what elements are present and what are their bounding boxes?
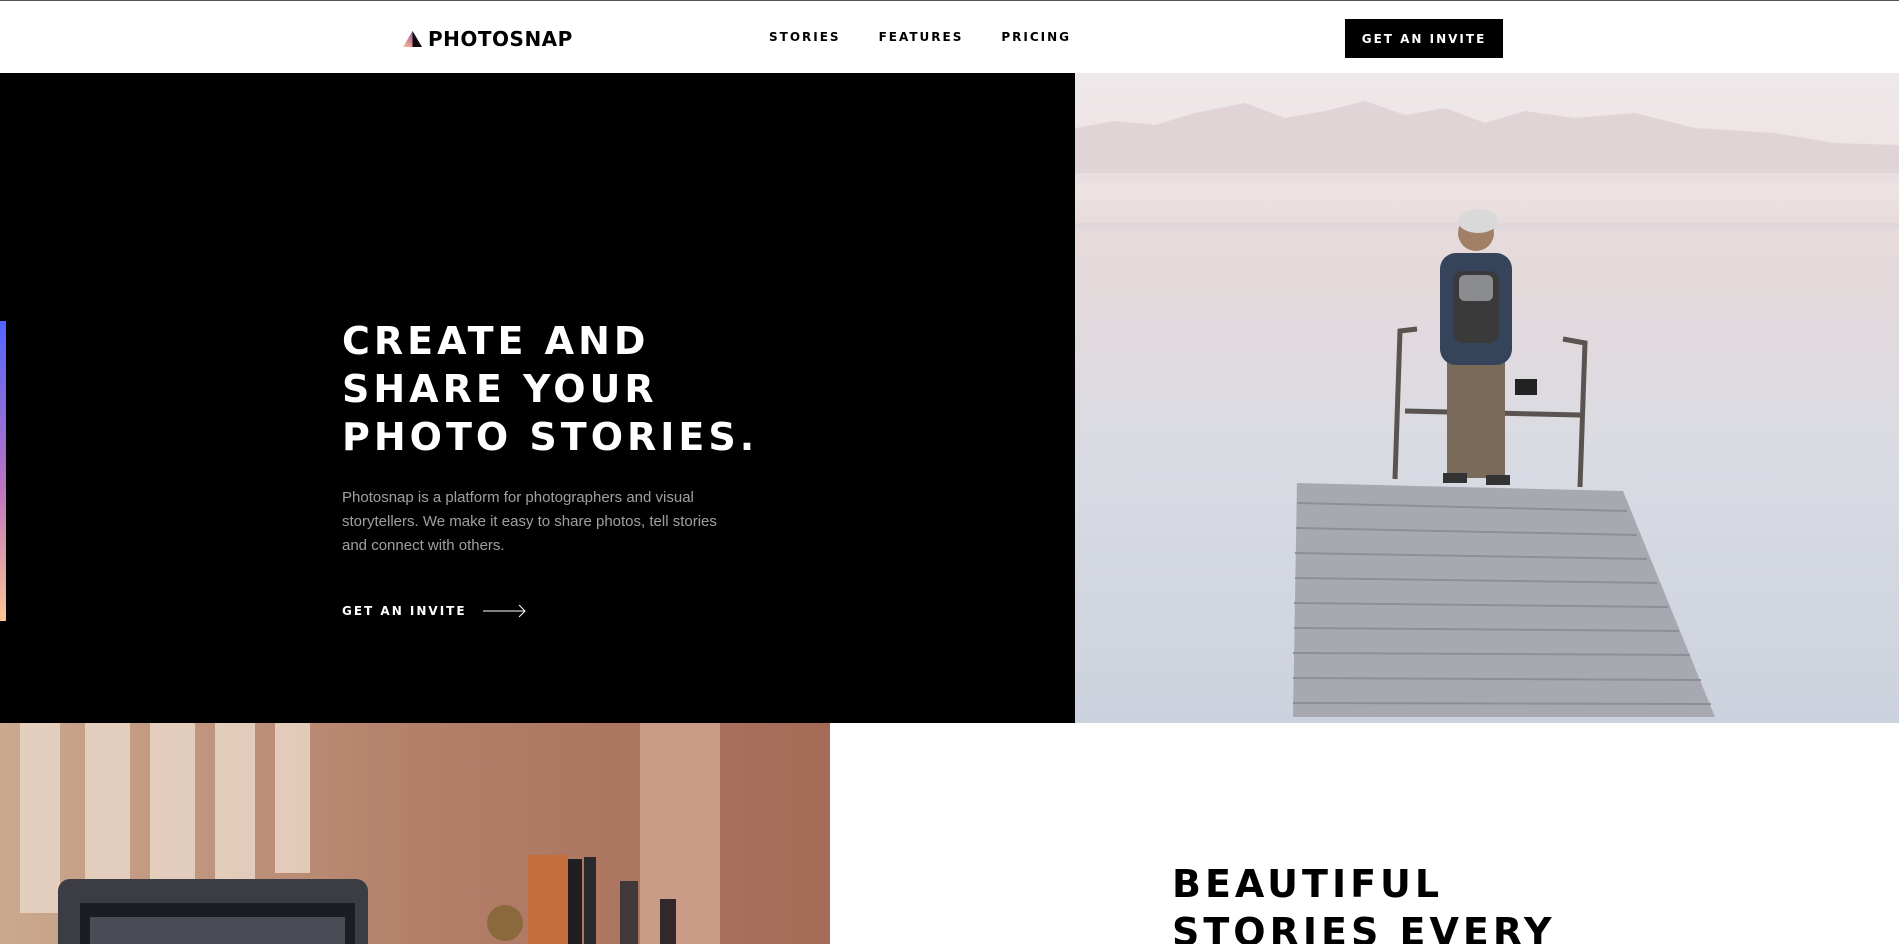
desk-image: [0, 723, 830, 944]
brand-name: PHOTOSNAP: [428, 27, 573, 51]
hero-image: [1075, 73, 1899, 723]
get-invite-button[interactable]: GET AN INVITE: [1345, 19, 1503, 58]
hero-title-line: PHOTO STORIES.: [342, 415, 759, 459]
hero-text-panel: CREATE AND SHARE YOUR PHOTO STORIES. Pho…: [0, 73, 1075, 723]
nav-features[interactable]: FEATURES: [879, 30, 964, 44]
section-title-line: BEAUTIFUL: [1172, 862, 1444, 906]
hero-photo-lake-pier: [1075, 73, 1899, 723]
main-nav: STORIES FEATURES PRICING: [769, 30, 1071, 44]
arrow-right-icon: [482, 604, 526, 618]
hero-invite-link-label: GET AN INVITE: [342, 604, 467, 618]
triangle-logo-icon: [403, 31, 422, 47]
brand-logo[interactable]: PHOTOSNAP: [403, 27, 573, 51]
nav-pricing[interactable]: PRICING: [1001, 30, 1071, 44]
section-title: BEAUTIFUL STORIES EVERY: [1172, 860, 1556, 944]
site-header: PHOTOSNAP STORIES FEATURES PRICING GET A…: [0, 0, 1899, 73]
hero-description: Photosnap is a platform for photographer…: [342, 489, 717, 554]
desk-laptop-photo: [0, 723, 830, 944]
hero-invite-link[interactable]: GET AN INVITE: [342, 604, 527, 618]
accent-bar: [0, 321, 6, 621]
hero-title-line: SHARE YOUR: [342, 367, 658, 411]
hero-title: CREATE AND SHARE YOUR PHOTO STORIES.: [342, 317, 762, 461]
hero-title-line: CREATE AND: [342, 319, 650, 363]
nav-stories[interactable]: STORIES: [769, 30, 841, 44]
section-title-line: STORIES EVERY: [1172, 910, 1556, 944]
